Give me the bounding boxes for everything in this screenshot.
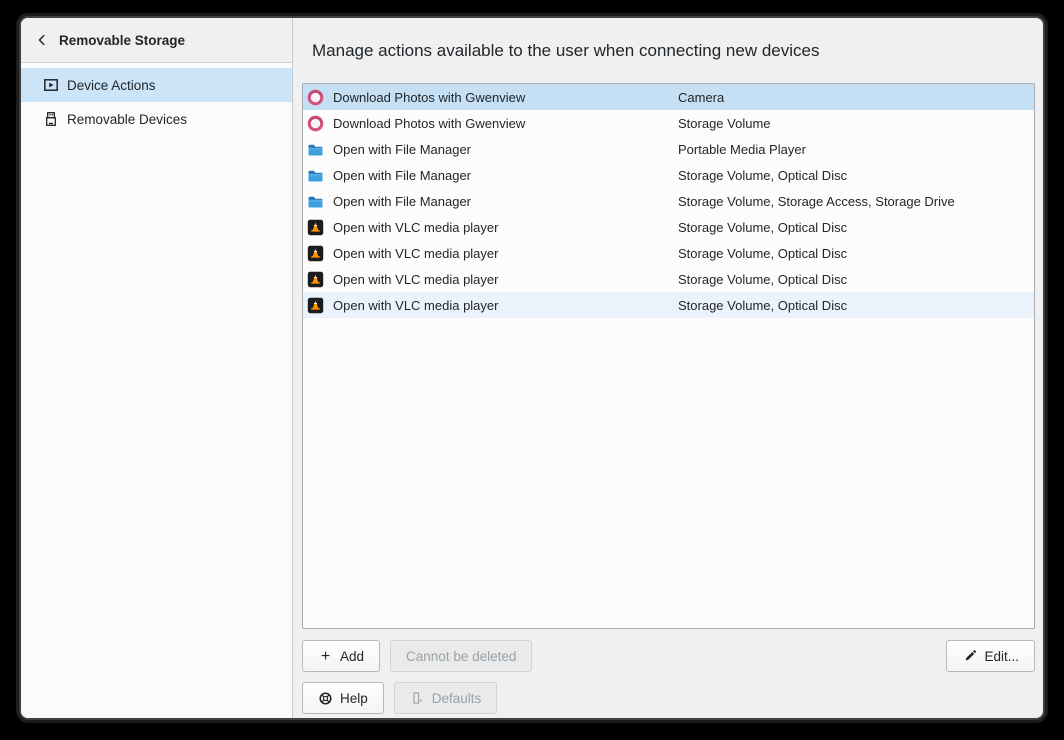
- edit-button[interactable]: Edit...: [946, 640, 1035, 672]
- action-label: Download Photos with Gwenview: [333, 90, 525, 105]
- removable-devices-icon: [43, 111, 59, 127]
- vlc-icon: [307, 271, 324, 288]
- action-label: Open with VLC media player: [333, 220, 498, 235]
- sidebar-header: Removable Storage: [21, 18, 292, 63]
- action-cell: Open with VLC media player: [303, 271, 678, 288]
- sidebar-item-label: Removable Devices: [67, 112, 187, 127]
- action-cell: Open with File Manager: [303, 141, 678, 158]
- action-label: Open with File Manager: [333, 194, 471, 209]
- main-pane: Manage actions available to the user whe…: [293, 18, 1043, 718]
- sidebar-title: Removable Storage: [59, 33, 185, 48]
- action-cell: Open with VLC media player: [303, 297, 678, 314]
- action-list-row[interactable]: Open with File Manager Storage Volume, O…: [303, 162, 1034, 188]
- action-list-row[interactable]: Open with VLC media player Storage Volum…: [303, 214, 1034, 240]
- action-cell: Open with VLC media player: [303, 219, 678, 236]
- settings-window: Removable Storage Device Actions: [19, 16, 1045, 720]
- action-list-row[interactable]: Open with VLC media player Storage Volum…: [303, 266, 1034, 292]
- device-actions-list[interactable]: Download Photos with Gwenview Camera Dow…: [302, 83, 1035, 629]
- action-list-row[interactable]: Open with File Manager Portable Media Pl…: [303, 136, 1034, 162]
- help-lifering-icon: [318, 691, 333, 706]
- vlc-icon: [307, 245, 324, 262]
- folder-icon: [307, 167, 324, 184]
- sidebar: Removable Storage Device Actions: [21, 18, 293, 718]
- device-types-label: Portable Media Player: [678, 142, 1034, 157]
- action-label: Download Photos with Gwenview: [333, 116, 525, 131]
- device-types-label: Storage Volume: [678, 116, 1034, 131]
- action-list-row[interactable]: Download Photos with Gwenview Camera: [303, 84, 1034, 110]
- back-button[interactable]: [34, 32, 50, 48]
- action-label: Open with VLC media player: [333, 298, 498, 313]
- plus-icon: +: [318, 649, 333, 664]
- chevron-left-icon: [35, 33, 49, 47]
- button-row-bottom: Help Defaults: [302, 682, 1035, 714]
- device-types-label: Storage Volume, Optical Disc: [678, 168, 1034, 183]
- gwenview-icon: [307, 89, 324, 106]
- action-label: Open with File Manager: [333, 168, 471, 183]
- folder-icon: [307, 193, 324, 210]
- device-types-label: Storage Volume, Optical Disc: [678, 272, 1034, 287]
- folder-icon: [307, 141, 324, 158]
- vlc-icon: [307, 297, 324, 314]
- device-types-label: Storage Volume, Optical Disc: [678, 220, 1034, 235]
- action-cell: Open with File Manager: [303, 193, 678, 210]
- gwenview-icon: [307, 115, 324, 132]
- defaults-document-icon: [410, 691, 425, 706]
- device-actions-icon: [43, 77, 59, 93]
- help-button[interactable]: Help: [302, 682, 384, 714]
- sidebar-item-device-actions[interactable]: Device Actions: [21, 68, 292, 102]
- action-cell: Download Photos with Gwenview: [303, 89, 678, 106]
- action-list-row[interactable]: Open with VLC media player Storage Volum…: [303, 240, 1034, 266]
- device-types-label: Camera: [678, 90, 1034, 105]
- button-row-top: + Add Cannot be deleted Edit...: [302, 640, 1035, 672]
- device-types-label: Storage Volume, Storage Access, Storage …: [678, 194, 1034, 209]
- action-list-row[interactable]: Download Photos with Gwenview Storage Vo…: [303, 110, 1034, 136]
- sidebar-item-removable-devices[interactable]: Removable Devices: [21, 102, 292, 136]
- action-list-row[interactable]: Open with VLC media player Storage Volum…: [303, 292, 1034, 318]
- remove-button[interactable]: Cannot be deleted: [390, 640, 532, 672]
- action-label: Open with VLC media player: [333, 272, 498, 287]
- action-label: Open with File Manager: [333, 142, 471, 157]
- action-cell: Open with File Manager: [303, 167, 678, 184]
- edit-pencil-icon: [962, 649, 977, 664]
- action-cell: Open with VLC media player: [303, 245, 678, 262]
- device-types-label: Storage Volume, Optical Disc: [678, 246, 1034, 261]
- device-types-label: Storage Volume, Optical Disc: [678, 298, 1034, 313]
- sidebar-item-label: Device Actions: [67, 78, 156, 93]
- page-title: Manage actions available to the user whe…: [302, 18, 1035, 83]
- sidebar-item-list: Device Actions Removable Devices: [21, 63, 292, 136]
- add-button[interactable]: + Add: [302, 640, 380, 672]
- vlc-icon: [307, 219, 324, 236]
- action-list-row[interactable]: Open with File Manager Storage Volume, S…: [303, 188, 1034, 214]
- defaults-button[interactable]: Defaults: [394, 682, 498, 714]
- action-cell: Download Photos with Gwenview: [303, 115, 678, 132]
- action-label: Open with VLC media player: [333, 246, 498, 261]
